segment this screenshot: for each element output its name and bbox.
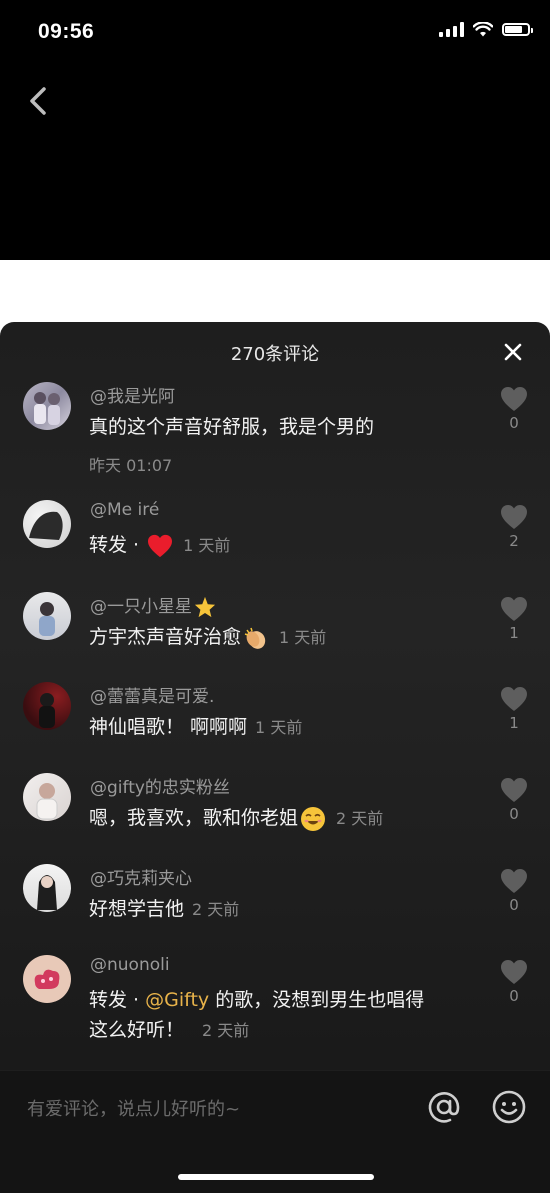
- comment-text-prefix: 转发 ·: [89, 989, 146, 1011]
- comment-text: 转发 · @Gifty 的歌，没想到男生也唱得 这么好听！ 2 天前: [89, 985, 489, 1046]
- like-button[interactable]: 0: [497, 959, 531, 1005]
- wifi-icon: [473, 22, 493, 37]
- comment-text: 好想学吉他 2 天前: [89, 894, 489, 925]
- battery-icon: [502, 23, 533, 36]
- like-count: 1: [509, 624, 519, 642]
- like-button[interactable]: 0: [497, 386, 531, 432]
- close-icon[interactable]: [502, 341, 524, 363]
- avatar[interactable]: [23, 382, 71, 430]
- comment-text: 神仙唱歌！ 啊啊啊 1 天前: [89, 712, 489, 743]
- comment-text-body: 的歌，没想到男生也唱得: [209, 989, 425, 1011]
- comment-username[interactable]: @一只小星星: [90, 592, 218, 618]
- comment-item: @我是光阿 真的这个声音好舒服，我是个男的 昨天 01:07 0: [0, 382, 550, 482]
- comment-count-title: 270条评论: [230, 344, 320, 365]
- back-button[interactable]: [24, 84, 54, 118]
- heart-icon: [501, 387, 527, 411]
- like-button[interactable]: 0: [497, 868, 531, 914]
- like-button[interactable]: 2: [497, 504, 531, 550]
- emoji-icon[interactable]: [491, 1089, 527, 1125]
- avatar[interactable]: [23, 682, 71, 730]
- comment-text-body: 嗯，我喜欢，歌和你老姐: [89, 807, 299, 829]
- heart-icon: [501, 597, 527, 621]
- comment-username[interactable]: @蕾蕾真是可爱.: [90, 682, 214, 707]
- comment-item: @gifty的忠实粉丝 嗯，我喜欢，歌和你老姐 2 天前 0: [0, 773, 550, 853]
- status-bar: 09:56: [0, 0, 550, 70]
- like-button[interactable]: 1: [497, 686, 531, 732]
- comment-time: 2 天前: [336, 809, 384, 828]
- signal-icon: [439, 22, 464, 37]
- heart-icon: [501, 505, 527, 529]
- comment-username[interactable]: @Me iré: [90, 500, 159, 520]
- avatar[interactable]: [23, 955, 71, 1003]
- comment-item: @巧克莉夹心 好想学吉他 2 天前 0: [0, 864, 550, 944]
- avatar[interactable]: [23, 864, 71, 912]
- comment-item: @蕾蕾真是可爱. 神仙唱歌！ 啊啊啊 1 天前 1: [0, 682, 550, 762]
- heart-icon: [501, 687, 527, 711]
- comment-time: 昨天 01:07: [89, 456, 173, 475]
- comment-username-text: @一只小星星: [90, 597, 192, 617]
- comment-item: @一只小星星 方宇杰声音好治愈 1 天前 1: [0, 592, 550, 672]
- comment-text-body: 神仙唱歌！ 啊啊啊: [89, 716, 248, 738]
- comment-time: 1 天前: [183, 536, 231, 555]
- comment-text: 方宇杰声音好治愈 1 天前: [89, 622, 489, 653]
- smiling-face-emoji: [301, 806, 326, 831]
- like-count: 0: [509, 987, 519, 1005]
- comment-text-body: 方宇杰声音好治愈: [89, 626, 242, 648]
- home-indicator[interactable]: [178, 1174, 374, 1180]
- star-emoji: [194, 596, 216, 618]
- system-icons: [439, 22, 533, 37]
- comment-username[interactable]: @巧克莉夹心: [90, 864, 192, 889]
- comment-text-line2: 这么好听！: [89, 1019, 185, 1041]
- comment-text-body: 好想学吉他: [89, 898, 185, 920]
- comment-text-prefix: 转发 ·: [89, 534, 146, 556]
- comment-item: @Me iré 转发 · 1 天前 2: [0, 500, 550, 580]
- like-count: 0: [509, 414, 519, 432]
- comment-time: 1 天前: [255, 718, 303, 737]
- like-button[interactable]: 1: [497, 596, 531, 642]
- comment-sheet: 270条评论 @我是光阿 真的这个声音好舒服，我是个男的 昨天 01:07 0 …: [0, 322, 550, 1192]
- like-button[interactable]: 0: [497, 777, 531, 823]
- comment-time: 2 天前: [202, 1021, 250, 1040]
- avatar[interactable]: [23, 500, 71, 548]
- like-count: 0: [509, 805, 519, 823]
- mention-link[interactable]: @Gifty: [145, 989, 209, 1011]
- comment-username[interactable]: @nuonoli: [90, 955, 170, 975]
- comment-input[interactable]: 有爱评论，说点儿好听的~: [27, 1095, 240, 1121]
- comment-item: @nuonoli 转发 · @Gifty 的歌，没想到男生也唱得 这么好听！ 2 …: [0, 955, 550, 1055]
- clapping-hands-emoji: [244, 627, 266, 649]
- comment-username[interactable]: @gifty的忠实粉丝: [90, 773, 230, 798]
- red-heart-emoji: [148, 534, 173, 557]
- comment-username[interactable]: @我是光阿: [90, 382, 175, 407]
- heart-icon: [501, 960, 527, 984]
- comment-time: 1 天前: [279, 628, 327, 647]
- like-count: 1: [509, 714, 519, 732]
- comment-text: 转发 · 1 天前: [89, 530, 489, 561]
- like-count: 2: [509, 532, 519, 550]
- heart-icon: [501, 869, 527, 893]
- comment-text: 嗯，我喜欢，歌和你老姐 2 天前: [89, 803, 489, 834]
- status-time: 09:56: [38, 20, 95, 43]
- comment-text: 真的这个声音好舒服，我是个男的: [89, 416, 375, 438]
- like-count: 0: [509, 896, 519, 914]
- heart-icon: [501, 778, 527, 802]
- avatar[interactable]: [23, 592, 71, 640]
- mention-at-icon[interactable]: [426, 1089, 462, 1125]
- avatar[interactable]: [23, 773, 71, 821]
- comment-time: 2 天前: [192, 900, 240, 919]
